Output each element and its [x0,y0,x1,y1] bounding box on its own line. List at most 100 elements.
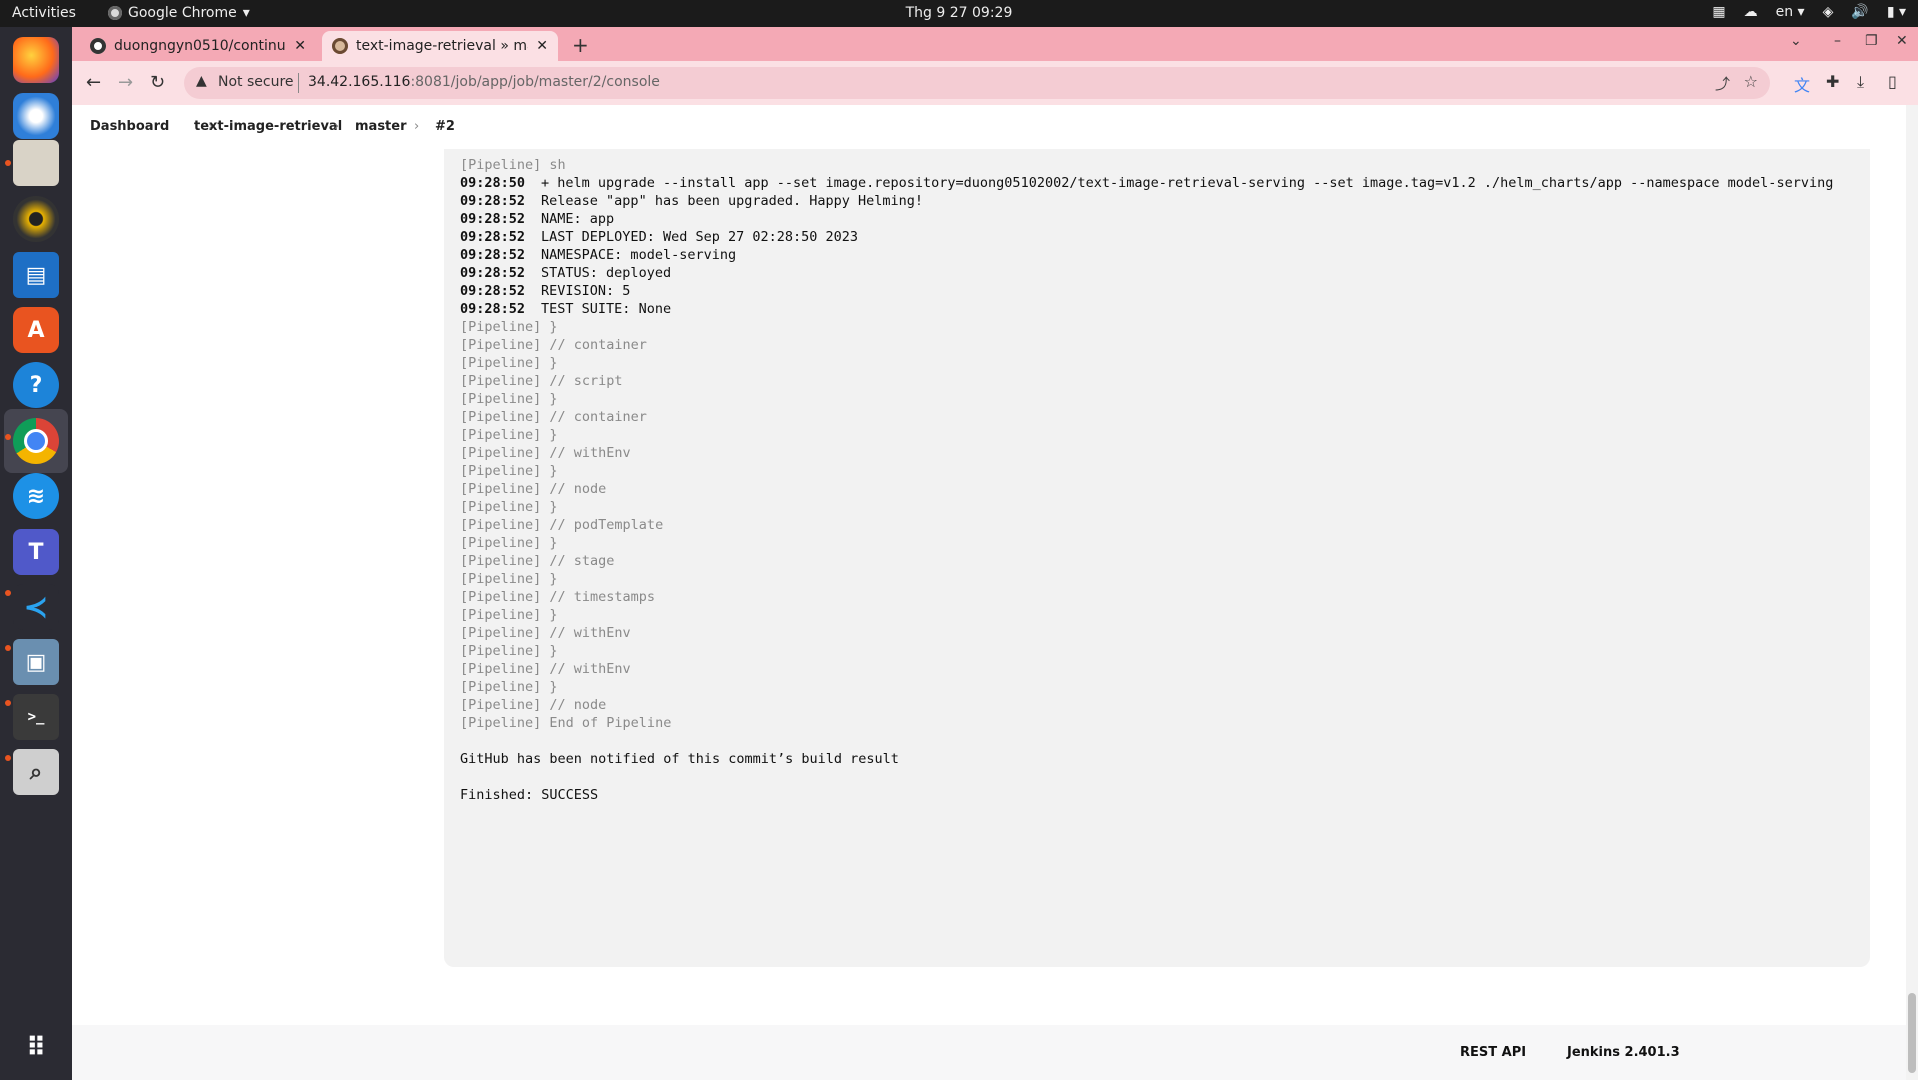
breadcrumb-branch[interactable]: master [355,119,407,134]
line-text: [Pipeline] // timestamps [460,589,656,605]
clock[interactable]: Thg 9 27 09:29 [0,5,1918,21]
pipeline-step-line: [Pipeline] } [460,463,558,479]
chevron-right-icon: › [334,119,340,134]
jenkins-version-link[interactable]: Jenkins 2.401.3 [1567,1045,1680,1060]
line-text: [Pipeline] } [460,607,558,623]
system-tray[interactable]: ▦ ☁ en ▾ ◈ 🔊 ▮ ▾ [1712,4,1906,20]
pipeline-step-line: [Pipeline] // script [460,373,623,389]
translate-extension-icon[interactable]: 文 [1794,72,1810,96]
line-text: [Pipeline] // withEnv [460,661,631,677]
minimize-icon[interactable]: – [1834,33,1841,49]
docker-icon[interactable]: ≋ [13,473,59,519]
jenkins-page: Dashboard › text-image-retrieval › maste… [72,105,1906,1080]
writer-icon[interactable]: ▤ [13,252,59,298]
pipeline-step-line: [Pipeline] } [460,391,558,407]
address-bar[interactable]: ▲ Not secure 34.42.165.116:8081/job/app/… [184,67,1770,99]
forward-icon[interactable]: → [118,72,133,93]
breadcrumb-job[interactable]: text-image-retrieval [194,119,342,134]
browser-tab[interactable]: duongngyn0510/continu ✕ [80,31,316,61]
files-icon[interactable] [13,140,59,186]
teams-icon[interactable]: T [13,529,59,575]
pipeline-step-line: [Pipeline] } [460,499,558,515]
pipeline-step-line: [Pipeline] // node [460,481,606,497]
line-text: [Pipeline] // node [460,697,607,713]
page-scrollbar[interactable] [1906,105,1918,1080]
show-apps-icon[interactable]: ⠿ [13,1025,59,1071]
pipeline-step-line: [Pipeline] End of Pipeline [460,715,671,731]
chrome-icon[interactable] [13,418,59,464]
extensions-icon[interactable]: ✚ [1826,72,1839,91]
activities-button[interactable]: Activities [12,5,76,21]
line-text: [Pipeline] // container [460,409,647,425]
console-line: Finished: SUCCESS [460,787,598,803]
line-text: NAME: app [541,211,615,227]
breadcrumb-dashboard[interactable]: Dashboard [90,119,169,134]
line-text: GitHub has been notified of this commit’… [460,751,899,767]
share-icon[interactable]: ⤴ [1715,73,1730,94]
scrollbar-thumb[interactable] [1908,993,1916,1073]
terminal-icon[interactable]: >_ [13,694,59,740]
pipeline-step-line: [Pipeline] // container [460,409,647,425]
bookmark-star-icon[interactable]: ☆ [1744,72,1758,91]
thunderbird-icon[interactable] [13,93,59,139]
timestamp: 09:28:52 [460,193,526,209]
line-text: [Pipeline] } [460,427,558,443]
tab-search-icon[interactable]: ⌄ [1790,33,1802,49]
line-text: [Pipeline] // stage [460,553,615,569]
reload-icon[interactable]: ↻ [150,72,165,93]
running-indicator [5,434,11,440]
download-icon[interactable]: ⤓ [1857,72,1864,92]
help-icon[interactable]: ? [13,362,59,408]
close-icon[interactable]: ✕ [294,38,306,54]
cloud-icon[interactable]: ☁ [1744,4,1758,20]
timestamp: 09:28:50 [460,175,526,191]
console-line-timestamped: 09:28:52 LAST DEPLOYED: Wed Sep 27 02:28:… [460,229,858,245]
back-icon[interactable]: ← [86,72,101,93]
line-text: REVISION: 5 [541,283,631,299]
app-menu[interactable]: Google Chrome ▾ [108,5,250,21]
line-text: [Pipeline] } [460,679,558,695]
breadcrumb-build[interactable]: #2 [435,119,455,134]
timestamp: 09:28:52 [460,247,526,263]
volume-icon[interactable]: 🔊 [1851,4,1868,20]
tab-title: duongngyn0510/continu [114,38,286,54]
app-name: Google Chrome [128,5,237,21]
line-text: [Pipeline] sh [460,157,566,173]
browser-tab-active[interactable]: text-image-retrieval » ma ✕ [322,31,558,61]
pipeline-step-line: [Pipeline] // podTemplate [460,517,663,533]
line-text: Finished: SUCCESS [460,787,599,803]
search-tool-icon[interactable]: ⌕ [13,749,59,795]
rhythmbox-icon[interactable] [13,196,59,242]
pipeline-step-line: [Pipeline] // stage [460,553,614,569]
image-viewer-icon[interactable]: ▣ [13,639,59,685]
pipeline-step-line: [Pipeline] // withEnv [460,625,631,641]
security-status[interactable]: Not secure [218,74,294,90]
line-text: [Pipeline] } [460,571,558,587]
console-line-timestamped: 09:28:52 TEST SUITE: None [460,301,671,317]
restore-icon[interactable]: ❐ [1865,33,1878,49]
jenkins-icon [332,38,348,54]
running-indicator [5,590,11,596]
app-center-icon[interactable]: A [13,307,59,353]
line-text: [Pipeline] } [460,643,558,659]
warning-icon[interactable]: ▲ [196,73,207,89]
indicator-icon[interactable]: ▦ [1712,4,1725,20]
rest-api-link[interactable]: REST API [1460,1045,1526,1060]
vscode-icon[interactable]: ≺ [13,584,59,630]
firefox-icon[interactable] [13,37,59,83]
side-panel-icon[interactable]: ▯ [1888,72,1897,91]
tab-title: text-image-retrieval » ma [356,38,529,54]
close-window-icon[interactable]: ✕ [1896,33,1908,49]
url-text[interactable]: 34.42.165.116:8081/job/app/job/master/2/… [308,74,660,90]
line-text: NAMESPACE: model-serving [541,247,737,263]
battery-icon[interactable]: ▮ ▾ [1887,4,1906,20]
close-icon[interactable]: ✕ [536,38,548,54]
footer: REST API Jenkins 2.401.3 [72,1025,1906,1080]
timestamp: 09:28:52 [460,265,526,281]
pipeline-step-line: [Pipeline] // timestamps [460,589,655,605]
line-text: [Pipeline] } [460,499,558,515]
network-icon[interactable]: ◈ [1823,4,1834,20]
new-tab-button[interactable]: + [572,33,589,57]
language-indicator[interactable]: en ▾ [1776,4,1805,20]
chrome-app-icon [108,6,122,20]
